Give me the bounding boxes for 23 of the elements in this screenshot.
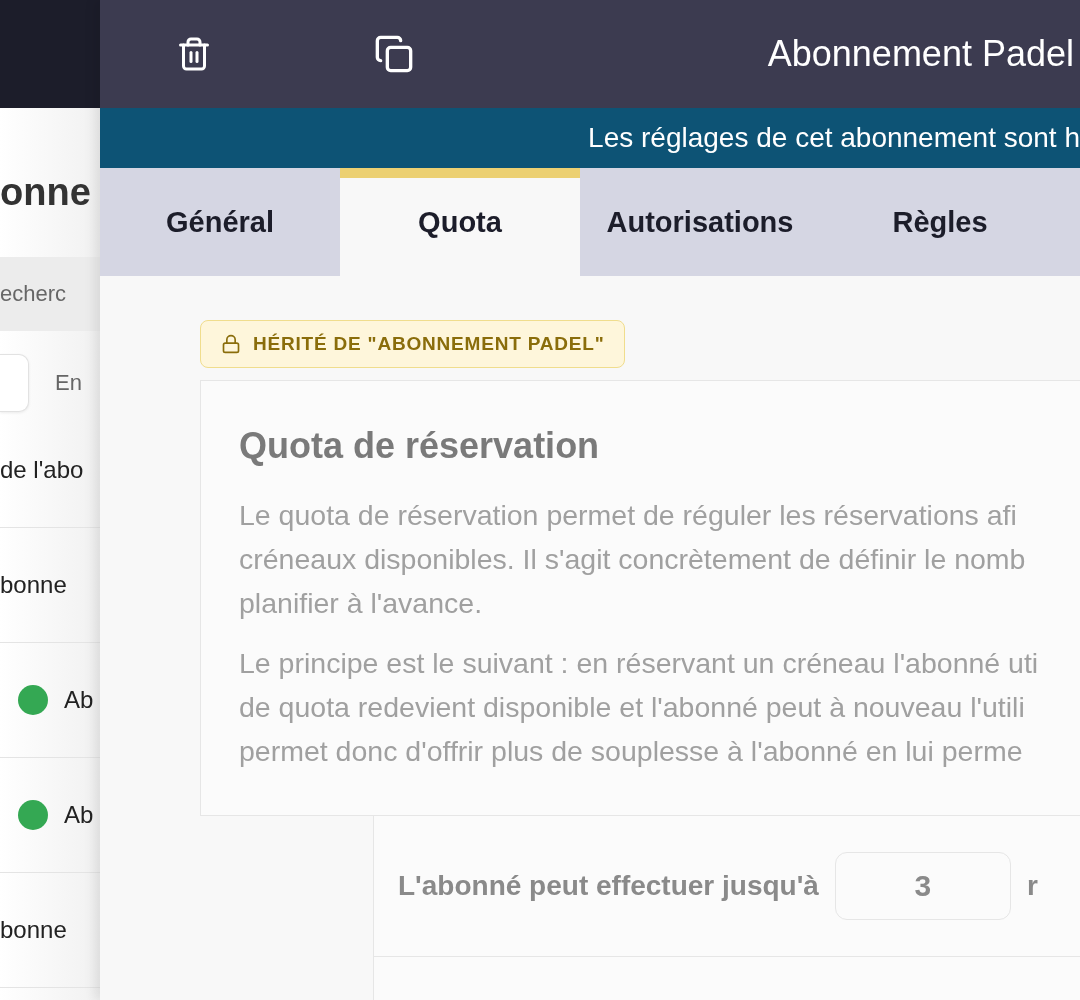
list-item-text[interactable]: Ab [64,801,94,830]
lock-icon [221,334,241,354]
list-item-text[interactable]: Ab [64,686,94,715]
paragraph-line: Le principe est le suivant : en réservant un créneau l'abonné uti [239,646,1040,681]
paragraph-line: créneaux disponibles. Il s'agit concrètement de définir le nomb [239,542,1027,577]
tab[interactable]: Quota [340,168,580,276]
banner-text: Les réglages de cet abonnement sont h [588,122,1080,154]
list-item-text[interactable]: bonne [0,571,67,600]
card-title: Quota de réservation [239,425,601,467]
copy-icon[interactable] [374,34,414,74]
filter-option[interactable]: En [55,370,82,397]
list-item-text[interactable]: bonne [0,916,67,945]
search-field[interactable]: echerc [0,257,100,332]
quota-label: L'abonné peut effectuer jusqu'à [398,870,819,902]
quota-suffix: r [1026,870,1038,902]
paragraph-line: Le quota de réservation permet de réguler les réservations afi [239,498,1018,533]
paragraph-line: permet donc d'offrir plus de souplesse à l'abonné en lui perme [239,734,1024,769]
paragraph-line: planifier à l'avance. [239,586,484,621]
page-title: onne [0,170,92,215]
paragraph-line: de quota redevient disponible et l'abonné peut à nouveau l'utili [239,690,1026,725]
badge-text: HÉRITÉ DE "ABONNEMENT PADEL" [253,333,605,355]
list-item-text[interactable]: de l'abo [0,456,84,485]
drawer-title: Abonnement Padel [767,33,1075,75]
